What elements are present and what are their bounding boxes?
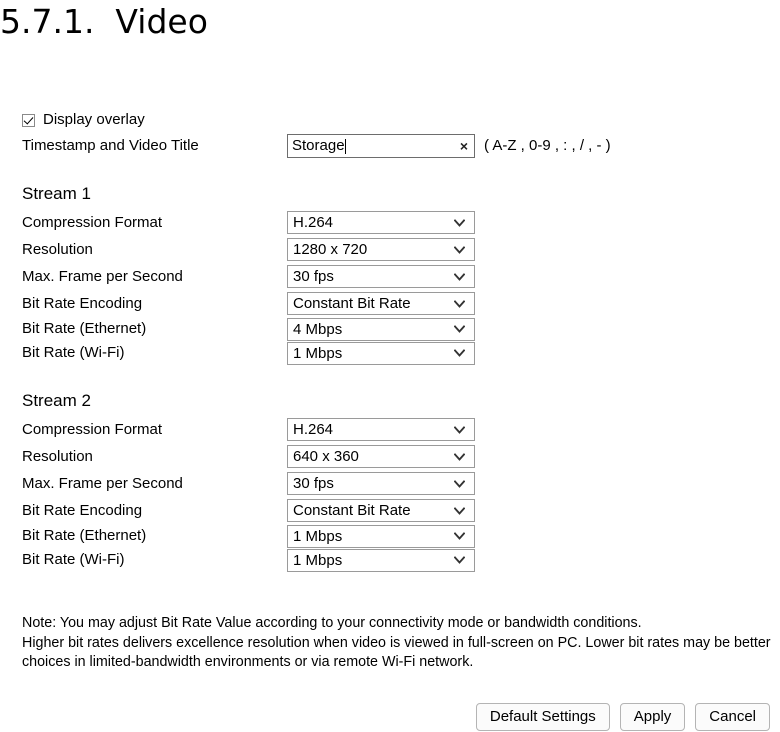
chevron-down-icon <box>454 531 465 542</box>
chevron-down-icon <box>454 451 465 462</box>
stream1-bitrate-encoding-label: Bit Rate Encoding <box>22 294 143 312</box>
stream2-resolution-label: Resolution <box>22 447 93 465</box>
stream1-max-fps-row: Max. Frame per Second 30 fps <box>22 263 778 290</box>
stream1-bitrate-wifi-select[interactable]: 1 Mbps <box>287 341 475 365</box>
chevron-down-icon <box>454 324 465 335</box>
stream1-compression-format-select[interactable]: H.264 <box>287 211 475 234</box>
stream2-resolution-select[interactable]: 640 x 360 <box>287 445 475 468</box>
stream1-bitrate-encoding-row: Bit Rate Encoding Constant Bit Rate <box>22 290 778 317</box>
stream1-compression-format-value: H.264 <box>293 214 334 231</box>
stream1-bitrate-ethernet-value: 4 Mbps <box>293 320 343 338</box>
stream2-bitrate-ethernet-row: Bit Rate (Ethernet) 1 Mbps <box>22 524 778 548</box>
note-block: Note: You may adjust Bit Rate Value acco… <box>22 614 778 673</box>
chevron-down-icon <box>454 424 465 435</box>
chevron-down-icon <box>454 298 465 309</box>
cancel-button[interactable]: Cancel <box>695 703 770 731</box>
stream1-bitrate-wifi-value: 1 Mbps <box>293 344 343 362</box>
stream1-bitrate-ethernet-select[interactable]: 4 Mbps <box>287 317 475 341</box>
chevron-down-icon <box>454 505 465 516</box>
chevron-down-icon <box>454 478 465 489</box>
stream2-compression-format-select[interactable]: H.264 <box>287 418 475 441</box>
stream2-compression-format-value: H.264 <box>293 421 334 438</box>
stream2-max-fps-row: Max. Frame per Second 30 fps <box>22 470 778 497</box>
stream2-resolution-row: Resolution 640 x 360 <box>22 443 778 470</box>
button-bar: Default Settings Apply Cancel <box>475 703 770 731</box>
stream2-bitrate-ethernet-select[interactable]: 1 Mbps <box>287 524 475 548</box>
chevron-down-icon <box>454 271 465 282</box>
stream1-bitrate-wifi-label: Bit Rate (Wi-Fi) <box>22 344 125 361</box>
stream1-max-fps-select[interactable]: 30 fps <box>287 265 475 288</box>
stream2-bitrate-encoding-row: Bit Rate Encoding Constant Bit Rate <box>22 497 778 524</box>
stream1-resolution-label: Resolution <box>22 240 93 258</box>
apply-button[interactable]: Apply <box>619 703 686 731</box>
stream1-max-fps-value: 30 fps <box>293 268 334 285</box>
stream2-compression-format-label: Compression Format <box>22 420 163 438</box>
video-title-hint: ( A-Z , 0-9 , : , / , - ) <box>484 137 611 154</box>
chevron-down-icon <box>454 348 465 359</box>
page-title: 5.7.1. Video <box>0 2 208 41</box>
stream2-max-fps-label: Max. Frame per Second <box>22 474 183 492</box>
stream1-bitrate-ethernet-row: Bit Rate (Ethernet) 4 Mbps <box>22 317 778 341</box>
stream2-resolution-value: 640 x 360 <box>293 448 359 465</box>
stream2-compression-format-row: Compression Format H.264 <box>22 416 778 443</box>
text-caret <box>344 138 346 154</box>
stream2-bitrate-wifi-label: Bit Rate (Wi-Fi) <box>22 551 125 568</box>
stream2-bitrate-ethernet-value: 1 Mbps <box>293 527 343 545</box>
stream2-max-fps-value: 30 fps <box>293 475 334 492</box>
video-title-input-value: Storage <box>292 137 345 154</box>
stream1-resolution-select[interactable]: 1280 x 720 <box>287 238 475 261</box>
stream2-bitrate-encoding-label: Bit Rate Encoding <box>22 501 143 519</box>
video-settings-form: Display overlay Timestamp and Video Titl… <box>22 110 778 572</box>
stream1-compression-format-label: Compression Format <box>22 213 163 231</box>
stream1-bitrate-ethernet-label: Bit Rate (Ethernet) <box>22 320 147 337</box>
default-settings-button[interactable]: Default Settings <box>475 703 610 731</box>
stream2-bitrate-wifi-row: Bit Rate (Wi-Fi) 1 Mbps <box>22 548 778 572</box>
stream2-bitrate-wifi-select[interactable]: 1 Mbps <box>287 548 475 572</box>
stream2-bitrate-wifi-value: 1 Mbps <box>293 551 343 569</box>
clear-icon[interactable]: × <box>460 139 468 153</box>
video-title-input[interactable]: Storage × <box>287 134 475 158</box>
display-overlay-label: Display overlay <box>43 111 145 128</box>
display-overlay-row[interactable]: Display overlay <box>22 110 778 130</box>
stream1-compression-format-row: Compression Format H.264 <box>22 209 778 236</box>
stream-2-heading: Stream 2 <box>22 391 91 410</box>
checkbox-checked-icon[interactable] <box>22 113 35 127</box>
note-line-1: Note: You may adjust Bit Rate Value acco… <box>22 615 642 631</box>
stream1-resolution-row: Resolution 1280 x 720 <box>22 236 778 263</box>
note-line-2: Higher bit rates delivers excellence res… <box>22 634 771 671</box>
stream1-bitrate-encoding-value: Constant Bit Rate <box>293 295 411 312</box>
stream1-resolution-value: 1280 x 720 <box>293 241 368 258</box>
stream2-bitrate-encoding-select[interactable]: Constant Bit Rate <box>287 499 475 522</box>
stream1-bitrate-wifi-row: Bit Rate (Wi-Fi) 1 Mbps <box>22 341 778 365</box>
timestamp-video-title-label: Timestamp and Video Title <box>22 137 199 154</box>
chevron-down-icon <box>454 244 465 255</box>
stream2-bitrate-encoding-value: Constant Bit Rate <box>293 502 411 519</box>
stream-1-heading: Stream 1 <box>22 184 91 203</box>
chevron-down-icon <box>454 555 465 566</box>
chevron-down-icon <box>454 217 465 228</box>
timestamp-video-title-row: Timestamp and Video Title Storage × ( A-… <box>22 134 778 158</box>
stream1-max-fps-label: Max. Frame per Second <box>22 267 183 285</box>
stream2-max-fps-select[interactable]: 30 fps <box>287 472 475 495</box>
stream2-bitrate-ethernet-label: Bit Rate (Ethernet) <box>22 527 147 544</box>
stream1-bitrate-encoding-select[interactable]: Constant Bit Rate <box>287 292 475 315</box>
